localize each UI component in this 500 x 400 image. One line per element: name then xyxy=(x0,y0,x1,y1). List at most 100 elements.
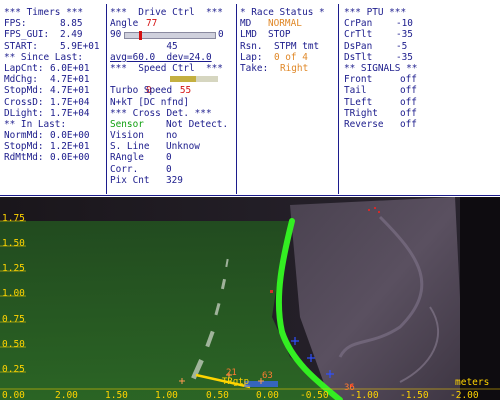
cross-label: RAngle xyxy=(110,152,144,164)
column-divider xyxy=(338,4,339,194)
x-tick-label: 1.50 xyxy=(105,390,128,400)
cross-value: Unknow xyxy=(166,141,200,153)
timer-label: FPS_GUI: xyxy=(4,29,50,41)
angle-value: 77 xyxy=(146,18,158,30)
race-value: STOP xyxy=(268,29,291,41)
timer-label: MdChg: xyxy=(4,74,38,86)
signal-label: TLeft xyxy=(344,96,373,108)
column-divider xyxy=(106,4,107,194)
timer-value: 4.7E+01 xyxy=(50,74,90,86)
ptu-label: CrPan xyxy=(344,18,373,30)
race-status-title: * Race Status * xyxy=(240,7,325,18)
dark-edge xyxy=(460,197,500,400)
ptu-label: CrTlt xyxy=(344,29,373,41)
slider-min-label: 90 xyxy=(110,29,122,41)
timer-label: DLight: xyxy=(4,107,44,119)
ptu-row: CrPan -10 xyxy=(344,18,454,29)
ptu-value: -10 xyxy=(396,18,413,30)
slider-max-label: 0 xyxy=(218,29,224,41)
ptu-row: DsPan -5 xyxy=(344,41,454,52)
timer-row: NormMd: 0.0E+00 xyxy=(4,130,104,141)
marker-label: 21 xyxy=(226,368,237,378)
marker-label: 36 xyxy=(344,383,355,393)
signal-row: Front off xyxy=(344,74,454,85)
signal-value: off xyxy=(400,85,417,97)
race-label: Rsn. xyxy=(240,40,263,52)
y-tick-label: 1.75 xyxy=(2,213,25,224)
timer-label: NormMd: xyxy=(4,130,44,142)
signal-value: off xyxy=(400,96,417,108)
cross-label: Corr. xyxy=(110,163,139,175)
timer-label: LapCnt: xyxy=(4,62,44,74)
angle-label: Angle xyxy=(110,18,139,30)
race-value: NORMAL xyxy=(268,18,302,30)
cross-label: S. Line xyxy=(110,141,150,153)
timer-value: 6.0E+01 xyxy=(50,62,90,74)
timer-value: 1.2E+01 xyxy=(50,141,90,153)
race-row: LMD STOP xyxy=(240,29,336,40)
race-row: Lap: 0 of 4 xyxy=(240,52,336,63)
signal-row: TRight off xyxy=(344,108,454,119)
timer-value: 5.9E+01 xyxy=(60,40,100,52)
timer-row: FPS_GUI: 2.49 xyxy=(4,29,104,40)
angle-slider[interactable] xyxy=(124,31,216,41)
ptu-label: DsPan xyxy=(344,40,373,52)
timer-value: 0.0E+00 xyxy=(50,130,90,142)
panel-bottom-border xyxy=(0,195,500,196)
timer-label: StopMd: xyxy=(4,141,44,153)
angle-slider-thumb[interactable] xyxy=(139,31,143,41)
signal-label: Front xyxy=(344,74,373,86)
ptu-value: -35 xyxy=(396,51,413,63)
cross-value: 0 xyxy=(166,163,172,175)
signal-label: TRight xyxy=(344,107,378,119)
race-label: LMD xyxy=(240,29,257,41)
timer-value: 1.7E+04 xyxy=(50,96,90,108)
timer-label: START: xyxy=(4,40,38,52)
signal-row: Tail off xyxy=(344,85,454,96)
cross-row: S. Line Unknow xyxy=(110,141,234,152)
ptu-title: *** PTU *** xyxy=(344,7,407,18)
y-tick-label: 0.50 xyxy=(2,339,25,350)
cross-value: no xyxy=(166,130,178,142)
cross-row: Sensor Not Detect. xyxy=(110,119,234,130)
race-value: 0 of 4 xyxy=(274,51,308,63)
timer-label: RdMtMd: xyxy=(4,152,44,164)
x-tick-label: 0.50 xyxy=(206,390,229,400)
race-label: Take: xyxy=(240,62,269,74)
y-tick-label: 0.75 xyxy=(2,314,25,325)
y-tick-label: 1.50 xyxy=(2,238,25,249)
timer-row: CrossD: 1.7E+04 xyxy=(4,97,104,108)
cross-label: Sensor xyxy=(110,118,144,130)
marker-label: 63 xyxy=(262,371,273,381)
cross-label: Pix Cnt xyxy=(110,174,150,186)
x-tick-label: -0.50 xyxy=(300,390,329,400)
ptu-section: *** PTU *** CrPan -10 CrTlt -35 DsPan -5 Ds… xyxy=(344,7,454,130)
x-axis-unit: meters xyxy=(455,377,490,388)
timer-value: 0.0E+00 xyxy=(50,152,90,164)
timers-title: *** Timers *** xyxy=(4,7,84,18)
x-tick-label: 1.00 xyxy=(155,390,178,400)
race-row: Take: Right xyxy=(240,63,336,74)
signals-title: ** SIGNALS ** xyxy=(344,62,418,74)
race-status-section: * Race Status * MD NORMAL LMD STOP Rsn. STP… xyxy=(240,7,336,74)
x-tick-label: 0.00 xyxy=(256,390,279,400)
timer-label: FPS: xyxy=(4,18,27,30)
timer-value: 4.7E+01 xyxy=(50,85,90,97)
y-tick-label: 1.00 xyxy=(2,288,25,299)
timer-row: RdMtMd: 0.0E+00 xyxy=(4,152,104,163)
signal-value: off xyxy=(400,107,417,119)
signal-label: Tail xyxy=(344,85,367,97)
y-tick-label: 0.00 xyxy=(2,390,25,400)
race-row: MD NORMAL xyxy=(240,18,336,29)
angle-row: Angle 77 xyxy=(110,18,234,29)
cross-value: 329 xyxy=(166,174,183,186)
race-label: MD xyxy=(240,18,252,30)
timer-value: 8.85 xyxy=(60,18,83,30)
ptu-row: DsTlt -35 xyxy=(344,52,454,63)
drive-title: *** Drive Ctrl *** xyxy=(110,7,223,18)
ptu-label: DsTlt xyxy=(344,51,373,63)
speed-bar-fill xyxy=(170,76,197,83)
telemetry-panel: *** Timers *** FPS: 8.85 FPS_GUI: 2.49 STA… xyxy=(0,0,500,197)
x-tick-label: -2.00 xyxy=(450,390,479,400)
timer-row: StopMd: 1.2E+01 xyxy=(4,141,104,152)
